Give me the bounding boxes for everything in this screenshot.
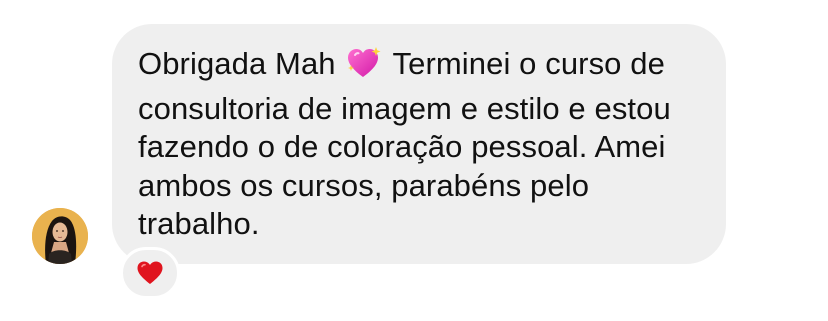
message-text: Obrigada Mah Terminei o curso de consult… bbox=[138, 45, 702, 244]
avatar-image bbox=[32, 208, 88, 264]
reaction-badge[interactable] bbox=[120, 247, 180, 299]
sparkling-heart-icon bbox=[346, 46, 382, 90]
message-thread: Obrigada Mah Terminei o curso de consult… bbox=[0, 0, 828, 321]
avatar[interactable] bbox=[32, 208, 88, 264]
red-heart-icon bbox=[137, 261, 163, 284]
message-text-part-1: Obrigada Mah bbox=[138, 46, 345, 81]
message-bubble[interactable]: Obrigada Mah Terminei o curso de consult… bbox=[112, 24, 726, 264]
